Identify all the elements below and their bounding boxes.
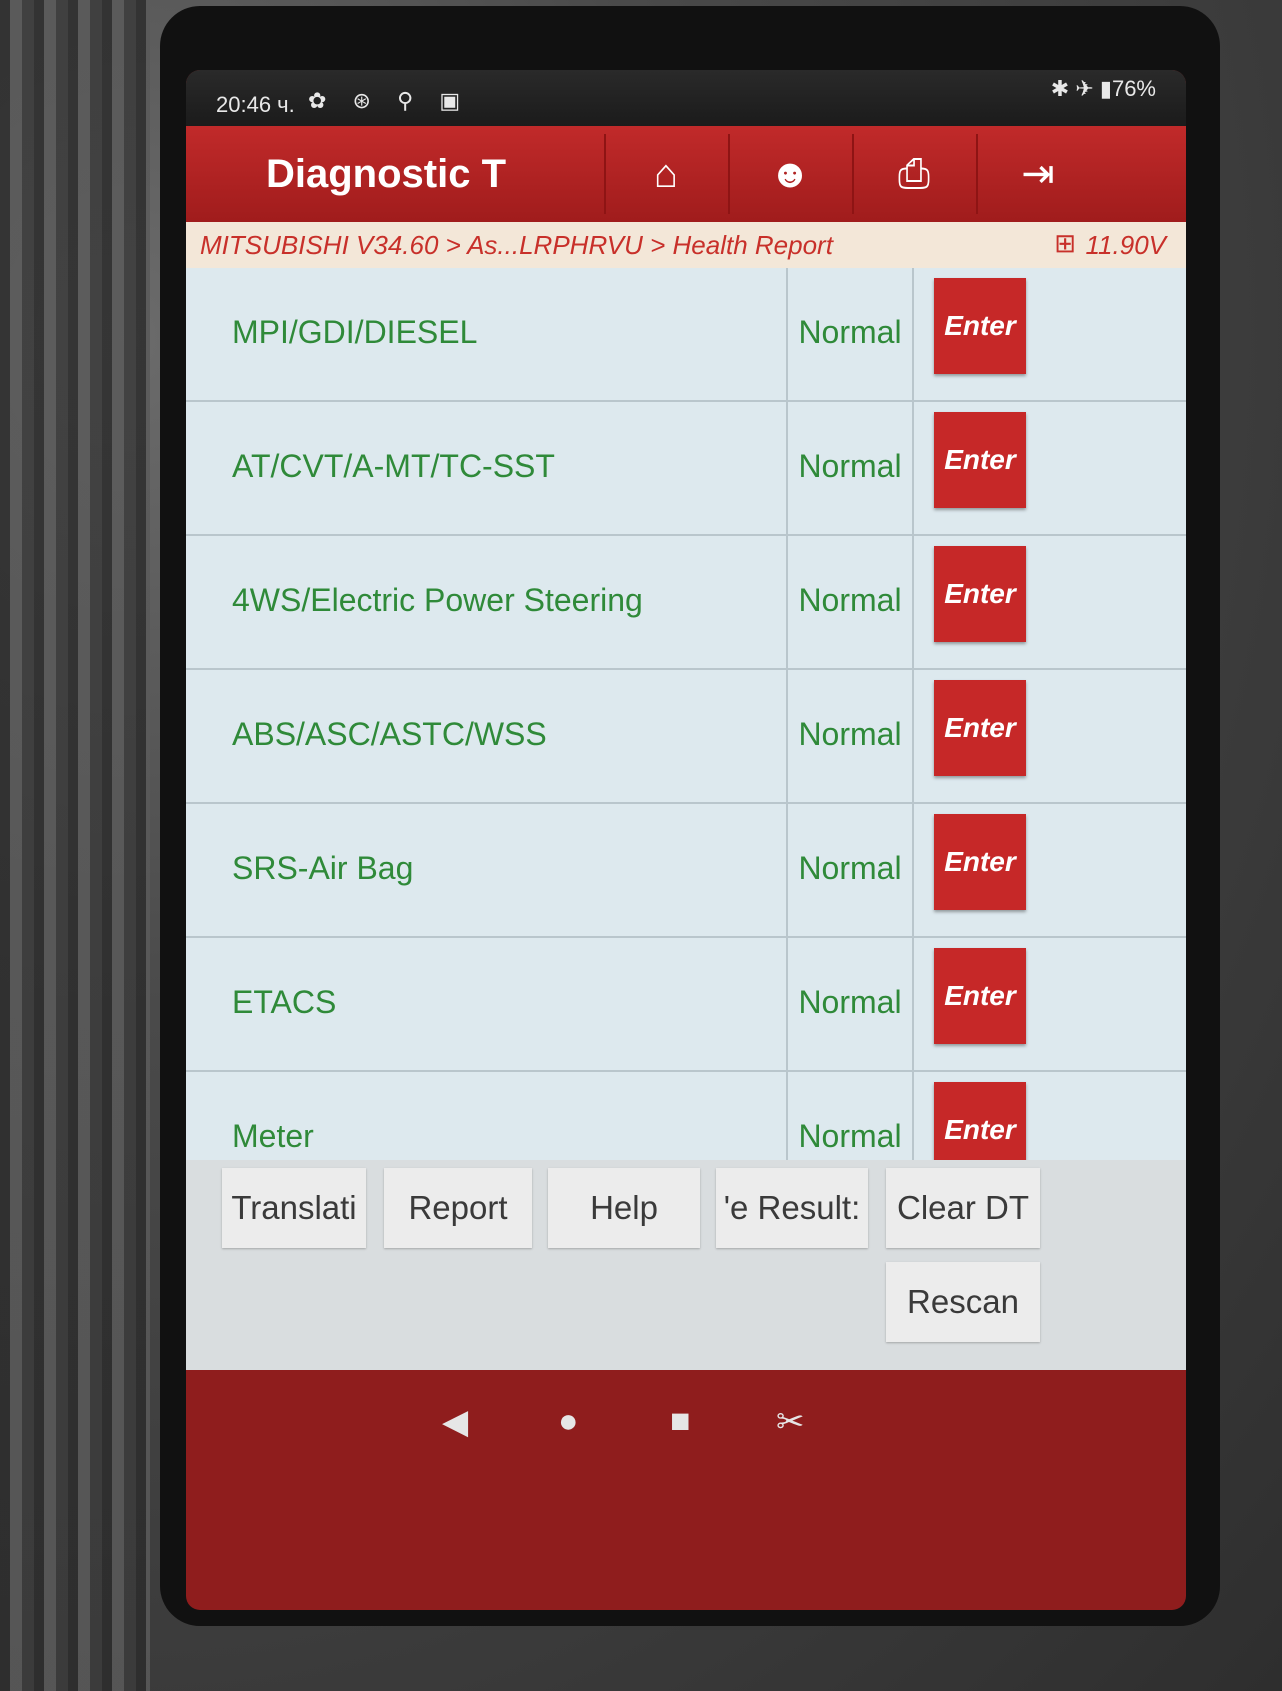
status-time: 20:46 ч. xyxy=(216,92,295,117)
system-name: AT/CVT/A-MT/TC-SST xyxy=(232,448,555,484)
help-button[interactable]: Help xyxy=(548,1168,700,1248)
list-item: SRS-Air Bag Normal Enter xyxy=(186,804,1186,938)
system-status: Normal xyxy=(786,536,914,668)
list-item: AT/CVT/A-MT/TC-SST Normal Enter xyxy=(186,402,1186,536)
list-item: ETACS Normal Enter xyxy=(186,938,1186,1072)
report-button[interactable]: Report xyxy=(384,1168,532,1248)
battery-icon: ⊞ xyxy=(1054,228,1076,258)
home-icon: ⌂ xyxy=(653,151,679,196)
system-status: Normal xyxy=(786,268,914,400)
breadcrumb-path: MITSUBISHI V34.60 > As...LRPHRVU > Healt… xyxy=(200,230,833,260)
app-bar: Diagnostic T ⌂ ☻ ⎙ ⇥ xyxy=(186,126,1186,222)
system-name: ETACS xyxy=(232,984,337,1020)
back-icon[interactable]: ◀ xyxy=(442,1402,468,1442)
enter-button[interactable]: Enter xyxy=(934,546,1026,642)
print-button[interactable]: ⎙ xyxy=(852,134,974,214)
rescan-button[interactable]: Rescan xyxy=(886,1262,1040,1342)
home-button[interactable]: ⌂ xyxy=(604,134,726,214)
screen: 20:46 ч. ✿ ⊛ ⚲ ▣ ✱ ✈ ▮76% Diagnostic T ⌂… xyxy=(186,70,1186,1610)
list-item: ABS/ASC/ASTC/WSS Normal Enter xyxy=(186,670,1186,804)
system-name: ABS/ASC/ASTC/WSS xyxy=(232,716,547,752)
bottom-toolbar: Translati Report Help 'e Result: Clear D… xyxy=(186,1160,1186,1370)
system-status: Normal xyxy=(786,670,914,802)
recents-icon[interactable]: ■ xyxy=(670,1402,691,1441)
exit-button[interactable]: ⇥ xyxy=(976,134,1098,214)
system-status: Normal xyxy=(786,938,914,1070)
list-item: MPI/GDI/DIESEL Normal Enter xyxy=(186,268,1186,402)
system-name: Meter xyxy=(232,1118,314,1154)
status-bar: 20:46 ч. ✿ ⊛ ⚲ ▣ ✱ ✈ ▮76% xyxy=(186,70,1186,126)
breadcrumb: MITSUBISHI V34.60 > As...LRPHRVU > Healt… xyxy=(186,222,1186,268)
app-title: Diagnostic T xyxy=(266,152,507,196)
enter-button[interactable]: Enter xyxy=(934,680,1026,776)
enter-button[interactable]: Enter xyxy=(934,814,1026,910)
system-name: MPI/GDI/DIESEL xyxy=(232,314,478,350)
home-nav-icon[interactable]: ● xyxy=(558,1402,579,1441)
save-results-button[interactable]: 'e Result: xyxy=(716,1168,868,1248)
status-notification-icons: ✿ ⊛ ⚲ ▣ xyxy=(308,88,471,113)
list-item: 4WS/Electric Power Steering Normal Enter xyxy=(186,536,1186,670)
system-status: Normal xyxy=(786,804,914,936)
system-list[interactable]: MPI/GDI/DIESEL Normal Enter AT/CVT/A-MT/… xyxy=(186,268,1186,1308)
status-battery: ✱ ✈ ▮76% xyxy=(1050,76,1156,101)
enter-button[interactable]: Enter xyxy=(934,948,1026,1044)
clear-dtc-button[interactable]: Clear DT xyxy=(886,1168,1040,1248)
system-name: 4WS/Electric Power Steering xyxy=(232,582,643,618)
device-grip xyxy=(0,0,150,1691)
enter-button[interactable]: Enter xyxy=(934,412,1026,508)
support-button[interactable]: ☻ xyxy=(728,134,850,214)
screenshot-icon[interactable]: ✂ xyxy=(776,1402,805,1442)
battery-voltage: 11.90V xyxy=(1085,230,1166,260)
android-nav-bar: ◀ ● ■ ✂ xyxy=(186,1370,1186,1480)
enter-button[interactable]: Enter xyxy=(934,278,1026,374)
exit-icon: ⇥ xyxy=(1021,152,1055,196)
translate-button[interactable]: Translati xyxy=(222,1168,366,1248)
system-name: SRS-Air Bag xyxy=(232,850,414,886)
printer-icon: ⎙ xyxy=(898,151,930,196)
system-status: Normal xyxy=(786,402,914,534)
support-agent-icon: ☻ xyxy=(768,151,812,196)
